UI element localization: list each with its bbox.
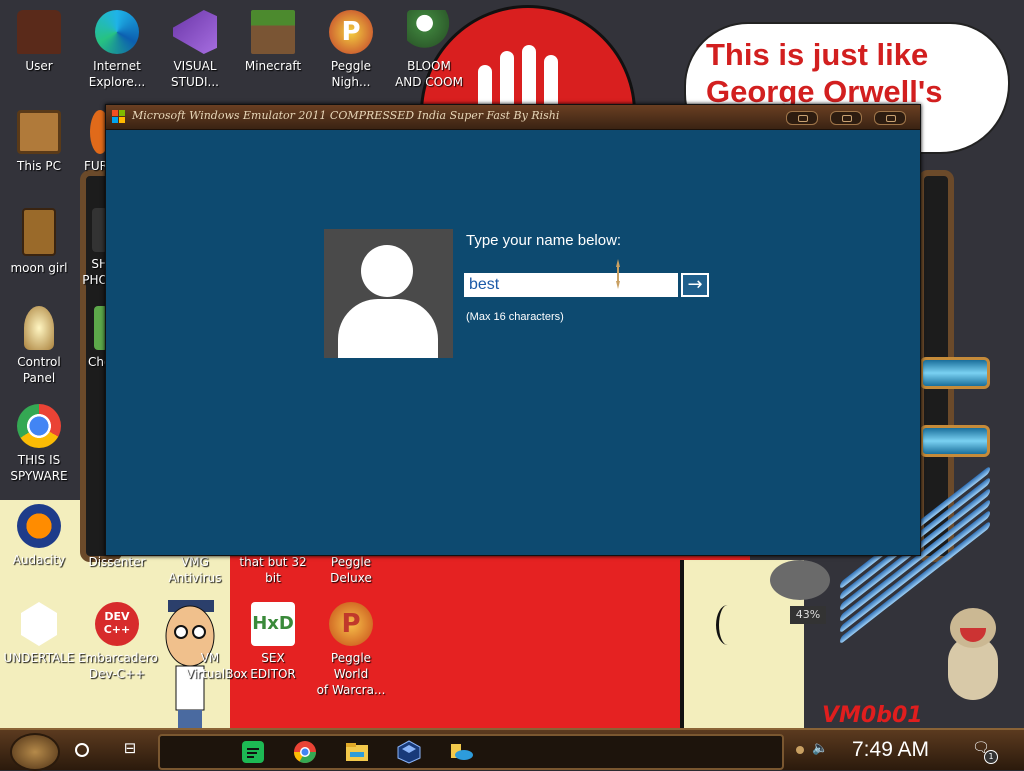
desktop-icon-user[interactable]: User <box>0 8 78 74</box>
desktop-icon-audacity[interactable]: Audacity <box>0 502 78 568</box>
flower-icon <box>407 10 451 54</box>
desktop-icon-label: Embarcadero Dev-C++ <box>78 651 158 681</box>
unity-icon <box>21 602 57 646</box>
hamster-sticker <box>940 608 1006 704</box>
desktop-icon-control-panel[interactable]: Control Panel <box>0 304 78 386</box>
minimize-icon <box>798 115 808 122</box>
desktop-icon-cho[interactable]: Cho <box>78 304 112 370</box>
desktop-icon-label: Peggle Nigh... <box>330 59 372 89</box>
desktop-icon-minecraft[interactable]: Minecraft <box>234 8 312 74</box>
taskbar-apps <box>158 734 784 770</box>
desktop-icon-hex-editor[interactable]: HxD SEX EDITOR <box>234 600 312 682</box>
window-content: Type your name below: → (Max 16 characte… <box>106 129 920 555</box>
desktop-icon-sh-pho[interactable]: SH PHO <box>64 206 108 288</box>
lightbulb-icon <box>24 306 54 350</box>
text-cursor-icon <box>616 259 620 289</box>
desktop-icon-label: Minecraft <box>244 59 302 73</box>
max-characters-hint: (Max 16 characters) <box>466 311 564 323</box>
visual-studio-icon <box>173 10 217 54</box>
peggle-icon: P <box>329 602 373 646</box>
chrome-icon <box>294 741 316 763</box>
minimize-button[interactable] <box>786 111 818 125</box>
taskbar-app-file-explorer[interactable] <box>344 740 370 764</box>
virtualbox-icon <box>173 602 217 646</box>
speech-bubble-text: This is just like George Orwell's <box>706 37 943 109</box>
desktop-icon-label: BLOOM AND COOM <box>395 59 463 89</box>
desktop-icon-label: FUR <box>83 159 108 173</box>
desktop-icon-peggle-world-of-warcraft[interactable]: P Peggle World of Warcra... <box>312 600 390 698</box>
desktop-icon-undertale[interactable]: UNDERTALE <box>0 600 78 666</box>
desktop-icon-label: SH PHO <box>82 257 108 287</box>
volume-muted-icon[interactable]: 🔈 <box>812 741 830 759</box>
onedrive-icon <box>451 744 473 760</box>
steampunk-pipes <box>920 345 1000 465</box>
desktop-icon-label: VISUAL STUDI... <box>171 59 219 89</box>
desktop-icon-bloom-and-coom[interactable]: BLOOM AND COOM <box>390 8 468 90</box>
close-button[interactable] <box>874 111 906 125</box>
desktop-icon-label: SEX EDITOR <box>250 651 296 681</box>
desktop-icon-vm-virtualbox[interactable]: VM VirtualBox <box>156 600 248 682</box>
name-input[interactable] <box>464 273 678 297</box>
windows-logo-icon <box>112 110 125 123</box>
name-prompt: Type your name below: <box>466 232 622 249</box>
notification-count-badge: 1 <box>984 750 998 764</box>
edge-icon <box>95 10 139 54</box>
desktop-icon-label: THIS IS SPYWARE <box>10 453 68 483</box>
window-title: Microsoft Windows Emulator 2011 COMPRESS… <box>132 109 560 122</box>
cortana-circle-icon <box>75 743 89 757</box>
user-avatar <box>324 229 453 358</box>
spotify-icon <box>242 741 264 763</box>
chrome-icon <box>17 404 61 448</box>
desktop-icon-chrome-spyware[interactable]: THIS IS SPYWARE <box>0 402 78 484</box>
task-view-button[interactable]: ⊟ <box>118 739 142 761</box>
desktop-icon-peggle-nights[interactable]: P Peggle Nigh... <box>312 8 390 90</box>
desktop-icon-label: Control Panel <box>17 355 61 385</box>
system-tray: 🔈 7:49 AM 🗨 1 <box>790 734 1014 766</box>
avatar-head <box>361 245 413 297</box>
desktop-icon-label: VM VirtualBox <box>186 651 248 681</box>
avatar-body <box>338 299 438 358</box>
taskbar-app-spotify[interactable] <box>240 740 266 764</box>
desktop-icon-fur[interactable]: FUR <box>62 108 110 174</box>
tray-indicator[interactable] <box>796 746 804 754</box>
computer-icon <box>17 110 61 154</box>
watermark: VM0b01 <box>822 703 923 728</box>
desktop-icon-internet-explorer[interactable]: Internet Explore... <box>78 8 156 90</box>
desktop-icon-label: Peggle World of Warcra... <box>316 651 386 697</box>
taskbar-app-onedrive[interactable] <box>448 740 474 764</box>
start-button[interactable] <box>10 733 60 771</box>
maximize-icon <box>842 115 852 122</box>
peggle-icon: P <box>329 10 373 54</box>
taskbar-app-virtualbox[interactable] <box>396 740 422 764</box>
desktop-icon-label: User <box>25 59 53 73</box>
emulator-window[interactable]: Microsoft Windows Emulator 2011 COMPRESS… <box>105 104 921 556</box>
maximize-button[interactable] <box>830 111 862 125</box>
steampunk-gauge <box>770 560 830 600</box>
hxd-icon: HxD <box>251 602 295 646</box>
desktop-icon-visual-studio[interactable]: VISUAL STUDI... <box>156 8 234 90</box>
desktop-icon-label: Audacity <box>12 553 66 567</box>
file-explorer-icon <box>346 743 368 761</box>
audacity-icon <box>17 504 61 548</box>
submit-button[interactable]: → <box>681 273 709 297</box>
desktop-icon-embarcadero-dev-cpp[interactable]: DEV C++ Embarcadero Dev-C++ <box>78 600 158 682</box>
gauge-percent: 43% <box>790 606 826 624</box>
taskbar: ⊟ 🔈 7:49 AM 🗨 1 <box>0 728 1024 771</box>
window-titlebar[interactable]: Microsoft Windows Emulator 2011 COMPRESS… <box>106 105 920 130</box>
minecraft-icon <box>251 10 295 54</box>
taskbar-clock[interactable]: 7:49 AM <box>852 734 929 766</box>
desktop-icon-label: UNDERTALE <box>3 651 75 665</box>
desktop-icon-label: Cho <box>88 355 112 369</box>
folder-icon <box>22 208 56 256</box>
virtualbox-icon <box>397 740 421 764</box>
wallpaper-line <box>716 605 739 645</box>
cortana-button[interactable] <box>70 738 92 760</box>
user-folder-icon <box>17 10 61 54</box>
desktop-icon-label: Internet Explore... <box>88 59 146 89</box>
close-icon <box>886 115 896 122</box>
dev-cpp-icon: DEV C++ <box>95 602 139 646</box>
taskbar-app-chrome[interactable] <box>292 740 318 764</box>
